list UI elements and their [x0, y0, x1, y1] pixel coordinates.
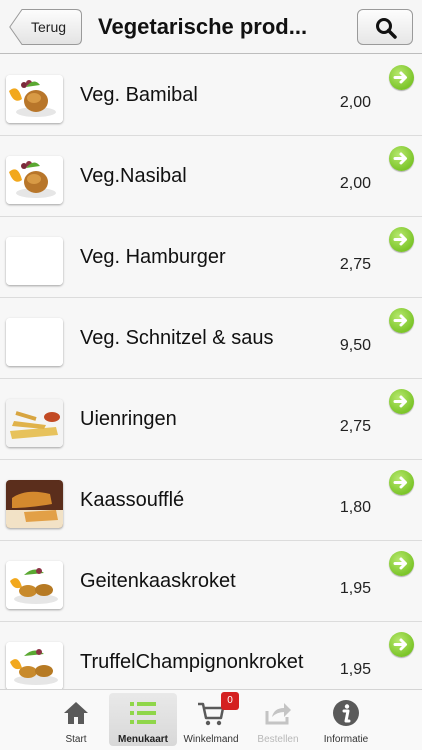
list-icon — [129, 699, 157, 727]
tab-winkelmand[interactable]: Winkelmand 0 — [177, 692, 245, 746]
arrow-right-circle-icon[interactable] — [389, 551, 414, 576]
tab-label: Start — [65, 734, 87, 745]
product-row[interactable]: TruffelChampignonkroket 1,95 — [0, 622, 422, 689]
arrow-right-circle-icon[interactable] — [389, 146, 414, 171]
product-price: 2,75 — [339, 418, 371, 435]
tab-bestellen[interactable]: Bestellen — [244, 693, 312, 746]
product-name: Kaassoufflé — [80, 489, 185, 511]
product-thumbnail — [6, 156, 63, 204]
product-name: Veg.Nasibal — [80, 165, 187, 187]
arrow-right-circle-icon[interactable] — [389, 227, 414, 252]
search-icon — [376, 18, 397, 39]
cart-count-badge: 0 — [221, 692, 239, 710]
home-icon — [62, 699, 90, 727]
arrow-right-circle-icon[interactable] — [389, 632, 414, 657]
tab-informatie[interactable]: Informatie — [312, 693, 380, 746]
navigation-bar: Terug Vegetarische prod... — [0, 0, 422, 54]
arrow-right-circle-icon[interactable] — [389, 389, 414, 414]
info-icon — [332, 699, 360, 727]
product-price: 1,95 — [339, 661, 371, 678]
tab-label: Bestellen — [257, 734, 299, 745]
product-thumbnail — [6, 318, 63, 366]
product-price: 2,00 — [339, 175, 371, 192]
product-price: 1,80 — [339, 499, 371, 516]
tab-label: Winkelmand — [183, 734, 239, 745]
product-price: 2,75 — [339, 256, 371, 273]
tab-label: Informatie — [323, 734, 369, 745]
product-price: 9,50 — [339, 337, 371, 354]
product-name: Veg. Hamburger — [80, 246, 226, 268]
product-name: Veg. Bamibal — [80, 84, 198, 106]
arrow-right-circle-icon[interactable] — [389, 470, 414, 495]
product-thumbnail — [6, 561, 63, 609]
product-price: 1,95 — [339, 580, 371, 597]
tab-bar: Start Menukaart Winkelmand 0 Bestellen Inform… — [0, 689, 422, 750]
product-list: Veg. Bamibal 2,00 Veg.Nasibal 2,00 Veg. Hamb… — [0, 55, 422, 689]
product-thumbnail — [6, 642, 63, 689]
product-row[interactable]: Kaassoufflé 1,80 — [0, 460, 422, 541]
back-button[interactable]: Terug — [9, 9, 82, 45]
page-title: Vegetarische prod... — [98, 14, 308, 39]
product-row[interactable]: Uienringen 2,75 — [0, 379, 422, 460]
product-row[interactable]: Veg. Bamibal 2,00 — [0, 55, 422, 136]
tab-start[interactable]: Start — [42, 693, 110, 746]
product-thumbnail — [6, 237, 63, 285]
search-button[interactable] — [357, 9, 413, 45]
back-button-label: Terug — [31, 19, 67, 35]
product-thumbnail — [6, 399, 63, 447]
product-row[interactable]: Veg. Hamburger 2,75 — [0, 217, 422, 298]
product-thumbnail — [6, 75, 63, 123]
product-price: 2,00 — [339, 94, 371, 111]
share-icon — [264, 699, 292, 727]
product-row[interactable]: Veg.Nasibal 2,00 — [0, 136, 422, 217]
product-name: TruffelChampignonkroket — [80, 651, 304, 673]
product-name: Geitenkaaskroket — [80, 570, 236, 592]
product-name: Uienringen — [80, 408, 177, 430]
product-row[interactable]: Veg. Schnitzel & saus 9,50 — [0, 298, 422, 379]
arrow-right-circle-icon[interactable] — [389, 308, 414, 333]
arrow-right-circle-icon[interactable] — [389, 65, 414, 90]
tab-label: Menukaart — [117, 734, 168, 745]
tab-menukaart[interactable]: Menukaart — [109, 693, 177, 746]
product-row[interactable]: Geitenkaaskroket 1,95 — [0, 541, 422, 622]
product-thumbnail — [6, 480, 63, 528]
product-name: Veg. Schnitzel & saus — [80, 327, 274, 349]
